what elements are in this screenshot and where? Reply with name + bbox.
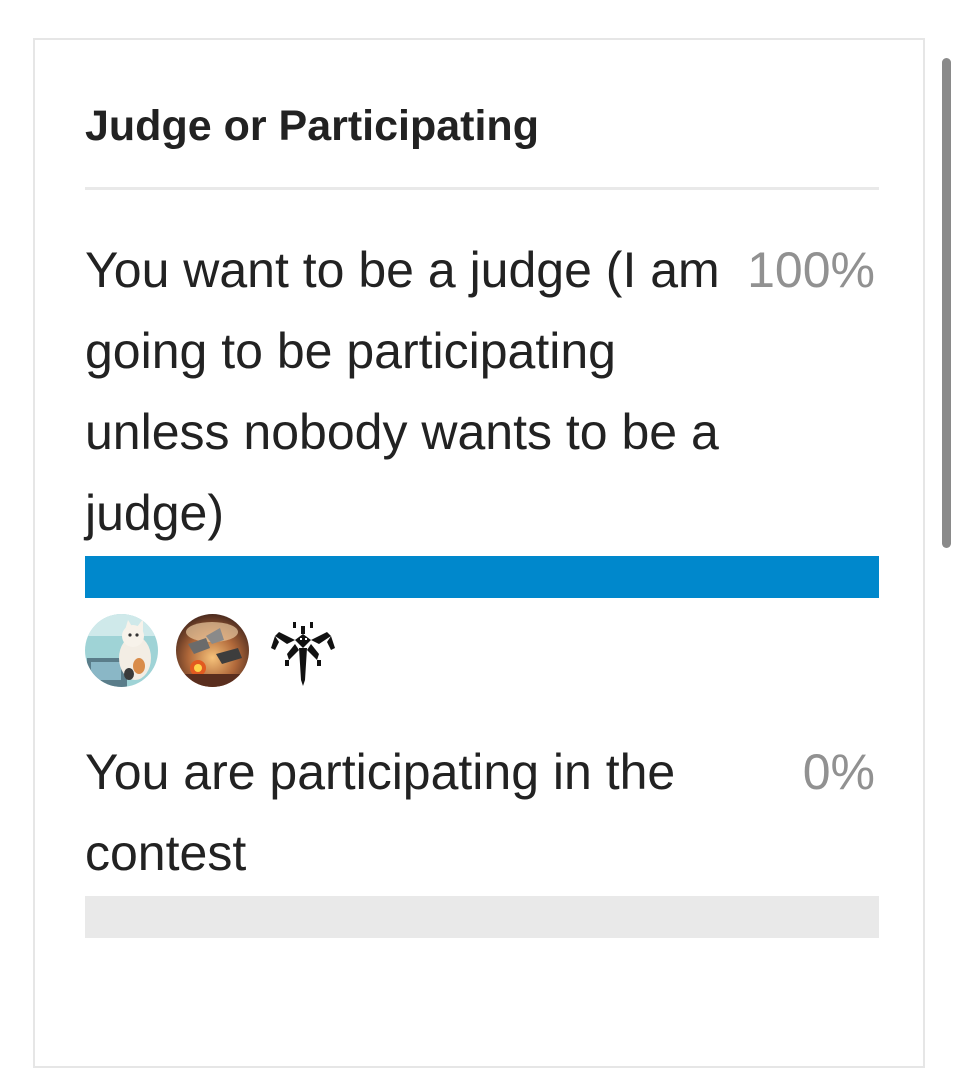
option-result-bar [85, 556, 879, 598]
option-result-bar [85, 896, 879, 938]
option-percent: 0% [802, 744, 875, 800]
poll-title: Judge or Participating [85, 102, 539, 150]
dark-creature-avatar-icon[interactable] [267, 614, 340, 687]
option-percent: 100% [747, 242, 875, 298]
option-row: You are participating in the contest 0% [85, 732, 879, 894]
option-label: You are participating in the contest [85, 744, 676, 881]
option-result-bar-fill [85, 556, 879, 598]
poll-card: Judge or Participating You want to be a … [33, 38, 925, 1068]
title-divider [85, 187, 879, 190]
voter-avatars [85, 613, 879, 687]
cat-avatar-icon[interactable] [85, 613, 158, 687]
scrollbar-thumb[interactable] [942, 58, 951, 548]
battle-scene-avatar-icon[interactable] [176, 613, 249, 687]
option-label: You want to be a judge (I am going to be… [85, 242, 720, 541]
poll-option-judge[interactable]: You want to be a judge (I am going to be… [85, 230, 879, 687]
option-row: You want to be a judge (I am going to be… [85, 230, 879, 554]
poll-option-participating[interactable]: You are participating in the contest 0% [85, 732, 879, 938]
